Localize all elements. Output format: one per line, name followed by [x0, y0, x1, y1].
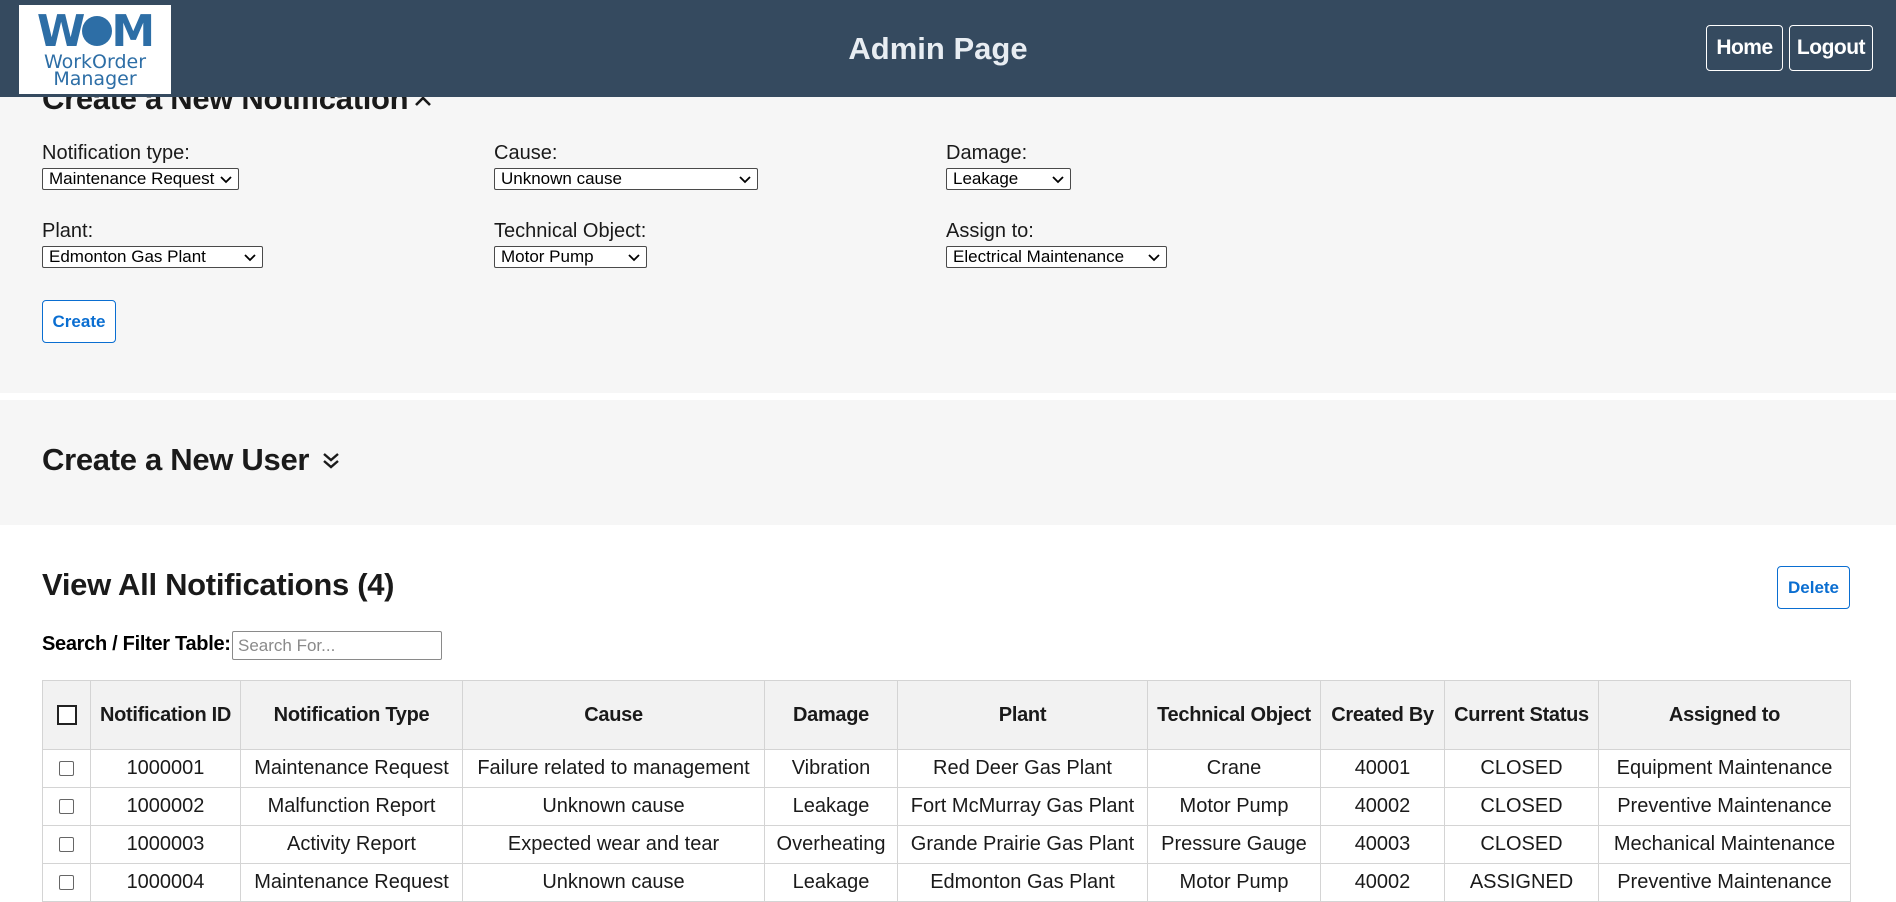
- column-header[interactable]: Damage: [764, 680, 898, 750]
- table-cell: Crane: [1147, 749, 1321, 788]
- table-cell: 40001: [1320, 749, 1445, 788]
- column-header[interactable]: Created By: [1320, 680, 1445, 750]
- column-header[interactable]: Current Status: [1444, 680, 1599, 750]
- table-cell: Mechanical Maintenance: [1598, 825, 1851, 864]
- table-cell: CLOSED: [1444, 787, 1599, 826]
- assign-to-value: Electrical Maintenance: [953, 247, 1125, 266]
- technical-object-select[interactable]: Motor Pump: [494, 246, 647, 268]
- create-notification-section: Create a New Notification Notification t…: [0, 60, 1896, 393]
- table-cell: 1000003: [90, 825, 241, 864]
- delete-button[interactable]: Delete: [1777, 566, 1850, 609]
- logout-button[interactable]: Logout: [1789, 25, 1873, 71]
- table-cell: Motor Pump: [1147, 787, 1321, 826]
- row-checkbox[interactable]: [59, 799, 74, 815]
- table-cell: Maintenance Request: [240, 749, 463, 788]
- cause-value: Unknown cause: [501, 169, 622, 188]
- table-cell: Failure related to management: [462, 749, 765, 788]
- table-cell: Fort McMurray Gas Plant: [897, 787, 1148, 826]
- table-cell: Equipment Maintenance: [1598, 749, 1851, 788]
- column-header[interactable]: Technical Object: [1147, 680, 1321, 750]
- row-select-cell: [42, 787, 91, 826]
- notification-type-value: Maintenance Request: [49, 169, 215, 188]
- cause-select[interactable]: Unknown cause: [494, 168, 758, 190]
- technical-object-label: Technical Object:: [494, 220, 647, 242]
- table-row[interactable]: 1000001 Maintenance Request Failure rela…: [42, 749, 1851, 788]
- view-notifications-title: View All Notifications (4): [42, 567, 395, 602]
- table-row[interactable]: 1000003 Activity Report Expected wear an…: [42, 825, 1851, 864]
- damage-value: Leakage: [953, 169, 1019, 188]
- select-all-header: [42, 680, 91, 750]
- table-cell: 40003: [1320, 825, 1445, 864]
- assign-to-label: Assign to:: [946, 220, 1034, 242]
- create-user-title: Create a New User: [42, 442, 310, 477]
- column-header[interactable]: Notification Type: [240, 680, 463, 750]
- search-input[interactable]: [232, 631, 442, 660]
- select-all-checkbox[interactable]: [56, 705, 77, 726]
- table-cell: Preventive Maintenance: [1598, 787, 1851, 826]
- plant-value: Edmonton Gas Plant: [49, 247, 206, 266]
- table-cell: Leakage: [764, 787, 898, 826]
- cause-label: Cause:: [494, 142, 558, 164]
- search-label: Search / Filter Table:: [42, 633, 231, 655]
- notification-type-select[interactable]: Maintenance Request: [42, 168, 239, 190]
- table-cell: Unknown cause: [462, 787, 765, 826]
- chevron-down-icon: [1052, 176, 1064, 184]
- damage-select[interactable]: Leakage: [946, 168, 1071, 190]
- column-header[interactable]: Assigned to: [1598, 680, 1851, 750]
- app-header: WM WorkOrder Manager Admin Page Home Log…: [0, 0, 1896, 97]
- plant-label: Plant:: [42, 220, 94, 242]
- row-checkbox[interactable]: [59, 837, 74, 853]
- row-select-cell: [42, 749, 91, 788]
- chevron-down-icon: [1148, 254, 1160, 262]
- table-cell: Vibration: [764, 749, 898, 788]
- table-cell: Malfunction Report: [240, 787, 463, 826]
- home-button[interactable]: Home: [1706, 25, 1783, 71]
- damage-label: Damage:: [946, 142, 1028, 164]
- create-user-section: Create a New User: [0, 400, 1896, 525]
- table-cell: Pressure Gauge: [1147, 825, 1321, 864]
- table-cell: 40002: [1320, 787, 1445, 826]
- table-cell: Grande Prairie Gas Plant: [897, 825, 1148, 864]
- chevron-down-icon: [739, 176, 751, 184]
- page-title: Admin Page: [848, 31, 1028, 66]
- plant-select[interactable]: Edmonton Gas Plant: [42, 246, 263, 268]
- chevron-down-icon: [244, 254, 256, 262]
- table-cell: Overheating: [764, 825, 898, 864]
- table-cell: Expected wear and tear: [462, 825, 765, 864]
- create-button[interactable]: Create: [42, 300, 116, 343]
- technical-object-value: Motor Pump: [501, 247, 594, 266]
- column-header[interactable]: Notification ID: [90, 680, 241, 750]
- chevron-down-icon: [628, 254, 640, 262]
- row-select-cell: [42, 825, 91, 864]
- column-header[interactable]: Cause: [462, 680, 765, 750]
- table-header-row: Notification ID Notification Type Cause …: [42, 680, 1851, 750]
- table-cell: CLOSED: [1444, 825, 1599, 864]
- table-row[interactable]: 1000002 Malfunction Report Unknown cause…: [42, 787, 1851, 826]
- notification-type-label: Notification type:: [42, 142, 190, 164]
- chevron-down-icon: [220, 176, 232, 184]
- table-cell: 1000002: [90, 787, 241, 826]
- table-cell: 1000001: [90, 749, 241, 788]
- assign-to-select[interactable]: Electrical Maintenance: [946, 246, 1167, 268]
- notifications-table: Notification ID Notification Type Cause …: [42, 680, 1851, 902]
- table-cell: CLOSED: [1444, 749, 1599, 788]
- column-header[interactable]: Plant: [897, 680, 1148, 750]
- double-chevron-down-icon[interactable]: [320, 450, 342, 472]
- table-cell: Activity Report: [240, 825, 463, 864]
- table-cell: Red Deer Gas Plant: [897, 749, 1148, 788]
- row-checkbox[interactable]: [59, 761, 74, 777]
